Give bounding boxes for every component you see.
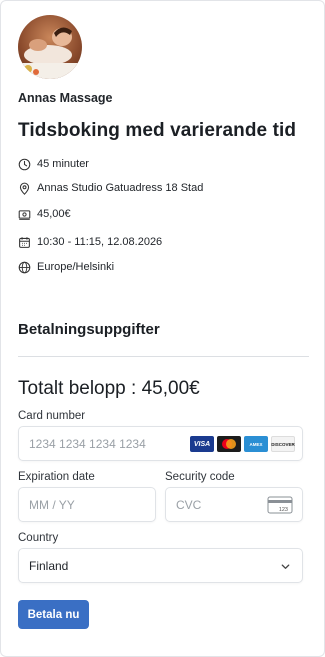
price-text: 45,00€ bbox=[37, 208, 71, 220]
cvc-input[interactable]: CVC 123 bbox=[165, 487, 303, 522]
card-brands: VISA AMEX DISCOVER bbox=[190, 436, 295, 452]
globe-icon bbox=[18, 261, 31, 274]
cvc-label: Security code bbox=[165, 471, 235, 483]
discover-icon: DISCOVER bbox=[271, 436, 295, 452]
cvc-card-icon: 123 bbox=[267, 496, 293, 514]
price-row: 45,00€ bbox=[18, 205, 71, 223]
clock-icon bbox=[18, 158, 31, 171]
card-number-input[interactable]: 1234 1234 1234 1234 VISA AMEX DISCOVER bbox=[18, 426, 303, 461]
expiry-input[interactable]: MM / YY bbox=[18, 487, 156, 522]
chevron-down-icon bbox=[281, 564, 290, 569]
calendar-icon bbox=[18, 236, 31, 249]
event-title: Tidsboking med varierande tid bbox=[18, 120, 297, 141]
country-select[interactable]: Finland bbox=[18, 548, 303, 583]
expiry-placeholder: MM / YY bbox=[29, 497, 75, 512]
country-label: Country bbox=[18, 532, 59, 544]
mastercard-icon bbox=[217, 436, 241, 452]
location-text: Annas Studio Gatuadress 18 Stad bbox=[37, 182, 204, 194]
pay-now-button[interactable]: Betala nu bbox=[18, 600, 89, 629]
duration-text: 45 minuter bbox=[37, 158, 89, 170]
money-icon bbox=[18, 208, 31, 221]
duration-row: 45 minuter bbox=[18, 155, 89, 173]
timezone-text: Europe/Helsinki bbox=[37, 261, 115, 273]
avatar bbox=[18, 15, 82, 79]
booking-panel: Annas Massage Tidsboking med varierande … bbox=[0, 0, 325, 657]
cvc-icon-text: 123 bbox=[279, 507, 288, 513]
card-number-label: Card number bbox=[18, 410, 86, 422]
country-value: Finland bbox=[29, 558, 69, 573]
cvc-placeholder: CVC bbox=[176, 497, 202, 512]
total-amount: Totalt belopp : 45,00€ bbox=[18, 378, 200, 399]
massage-photo bbox=[18, 15, 82, 79]
divider bbox=[18, 356, 309, 357]
payment-section-title: Betalningsuppgifter bbox=[18, 321, 160, 338]
location-row: Annas Studio Gatuadress 18 Stad bbox=[18, 179, 203, 197]
timezone-row: Europe/Helsinki bbox=[18, 258, 114, 276]
amex-icon: AMEX bbox=[244, 436, 268, 452]
card-number-placeholder: 1234 1234 1234 1234 bbox=[29, 436, 146, 451]
location-pin-icon bbox=[18, 182, 31, 195]
expiry-label: Expiration date bbox=[18, 471, 95, 483]
visa-icon: VISA bbox=[190, 436, 214, 452]
datetime-row: 10:30 - 11:15, 12.08.2026 bbox=[18, 233, 162, 251]
organizer-name: Annas Massage bbox=[18, 91, 113, 105]
datetime-text: 10:30 - 11:15, 12.08.2026 bbox=[37, 236, 163, 248]
